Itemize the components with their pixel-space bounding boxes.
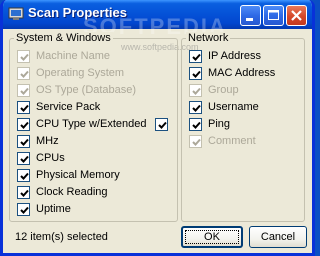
checkbox[interactable] bbox=[17, 152, 30, 165]
option-label: Ping bbox=[208, 118, 231, 130]
cancel-button[interactable]: Cancel bbox=[249, 226, 307, 248]
checkbox bbox=[17, 50, 30, 63]
checkbox[interactable] bbox=[17, 186, 30, 199]
option-label: Machine Name bbox=[36, 50, 110, 62]
option-label: Physical Memory bbox=[36, 169, 120, 181]
option-label: Group bbox=[208, 84, 239, 96]
option-label: Comment bbox=[208, 135, 256, 147]
minimize-icon bbox=[246, 18, 253, 21]
check-icon bbox=[20, 172, 29, 180]
check-icon bbox=[20, 121, 29, 129]
check-icon bbox=[158, 121, 167, 129]
check-icon bbox=[192, 121, 201, 129]
maximize-button[interactable] bbox=[263, 5, 284, 26]
close-button[interactable] bbox=[286, 5, 307, 26]
check-icon bbox=[20, 104, 29, 112]
checkbox[interactable] bbox=[189, 67, 202, 80]
option-label: Uptime bbox=[36, 203, 71, 215]
check-icon bbox=[20, 53, 29, 61]
check-icon bbox=[20, 155, 29, 163]
check-icon bbox=[192, 87, 201, 95]
check-icon bbox=[20, 87, 29, 95]
option-label: Operating System bbox=[36, 67, 125, 79]
option-label: CPU Type w/Extended bbox=[36, 118, 147, 130]
option-label: MHz bbox=[36, 135, 59, 147]
option-label: Clock Reading bbox=[36, 186, 108, 198]
option-cpu-extended[interactable] bbox=[155, 117, 169, 134]
system-windows-group-title: System & Windows bbox=[14, 32, 113, 44]
checkbox[interactable] bbox=[17, 101, 30, 114]
maximize-icon bbox=[268, 10, 279, 20]
check-icon bbox=[20, 189, 29, 197]
cancel-button-label: Cancel bbox=[260, 231, 296, 243]
checkbox[interactable] bbox=[17, 135, 30, 148]
minimize-button[interactable] bbox=[240, 5, 261, 26]
checkbox bbox=[17, 84, 30, 97]
check-icon bbox=[192, 104, 201, 112]
extended-checkbox[interactable] bbox=[155, 118, 168, 131]
check-icon bbox=[192, 53, 201, 61]
checkbox bbox=[189, 84, 202, 97]
checkbox bbox=[189, 135, 202, 148]
ok-button[interactable]: OK bbox=[181, 226, 243, 248]
checkbox[interactable] bbox=[189, 118, 202, 131]
close-icon bbox=[291, 10, 302, 21]
app-icon bbox=[8, 7, 24, 20]
checkbox[interactable] bbox=[189, 50, 202, 63]
check-icon bbox=[192, 70, 201, 78]
option-label: Service Pack bbox=[36, 101, 101, 113]
check-icon bbox=[20, 138, 29, 146]
scan-properties-dialog: Scan Properties SOFTPEDIA www.softpedia.… bbox=[0, 0, 315, 256]
option-label: IP Address bbox=[208, 50, 261, 62]
checkbox[interactable] bbox=[17, 203, 30, 216]
check-icon bbox=[192, 138, 201, 146]
checkbox[interactable] bbox=[17, 169, 30, 182]
checkbox bbox=[17, 67, 30, 80]
check-icon bbox=[20, 70, 29, 78]
focus-rect bbox=[185, 230, 239, 244]
option-label: Username bbox=[208, 101, 259, 113]
option-label: MAC Address bbox=[208, 67, 276, 79]
option-label: CPUs bbox=[36, 152, 65, 164]
checkbox[interactable] bbox=[17, 118, 30, 131]
option-label: OS Type (Database) bbox=[36, 84, 137, 96]
check-icon bbox=[20, 206, 29, 214]
status-text: 12 item(s) selected bbox=[15, 231, 108, 243]
network-group-title: Network bbox=[186, 32, 231, 44]
checkbox[interactable] bbox=[189, 101, 202, 114]
